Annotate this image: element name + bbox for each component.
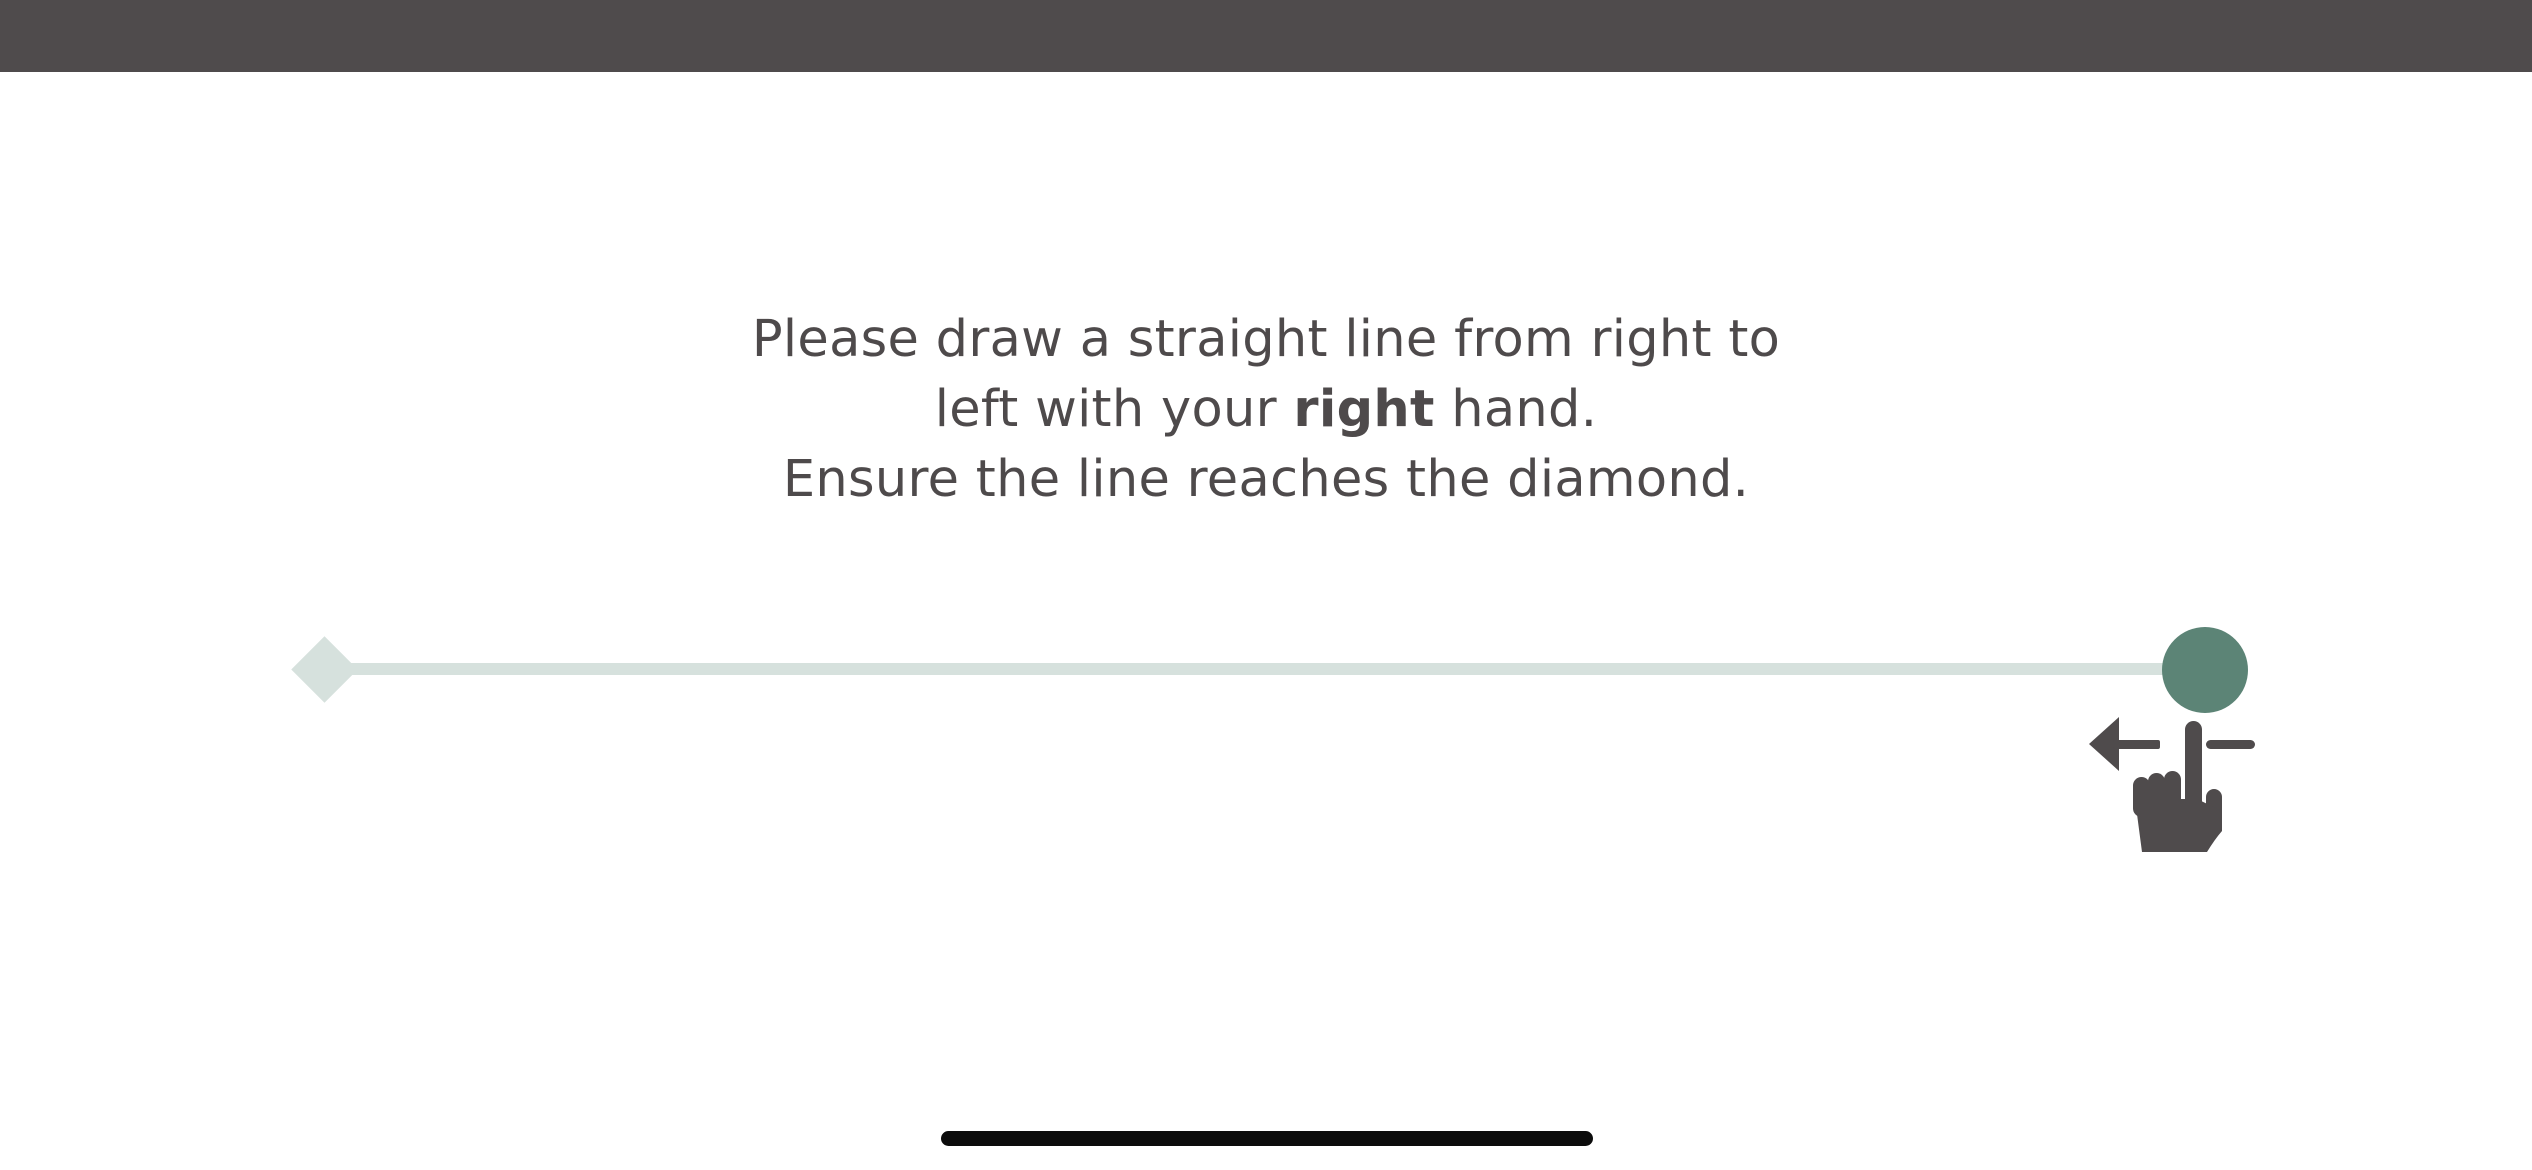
instruction-line-3: Ensure the line reaches the diamond. [782,450,1750,509]
instruction-line-1: Please draw a straight line from right t… [751,310,1781,369]
instruction-line-2-start: left with your [934,380,1294,439]
swipe-left-hand-icon [2089,717,2255,852]
diamond-icon [291,636,358,703]
drawing-track[interactable] [330,663,2210,675]
hand-emphasis: right [1293,380,1435,439]
start-point-circle[interactable] [2162,627,2248,713]
instruction-line-2: left with your right hand. [566,375,1966,445]
instruction-line-2-end: hand. [1434,380,1598,439]
home-indicator[interactable] [941,1131,1593,1146]
line-drawing-screen: Please draw a straight line from right t… [0,0,2532,1170]
instruction-text: Please draw a straight line from right t… [566,305,1966,515]
top-bar [0,0,2532,72]
